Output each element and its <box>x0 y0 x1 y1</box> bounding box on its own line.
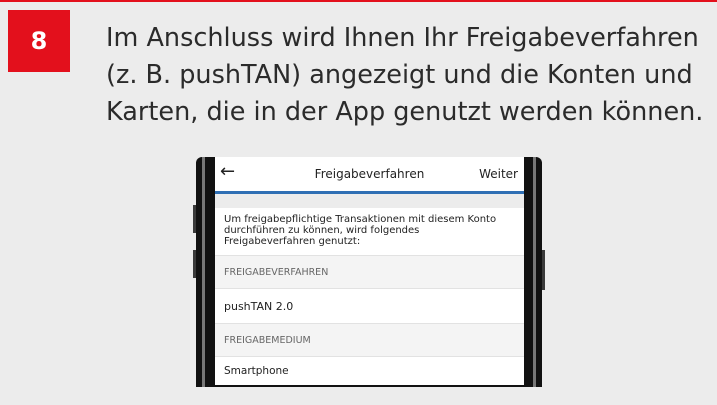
phone-side-button-power <box>542 250 545 290</box>
intro-line-2: durchführen zu können, wird folgendes <box>224 225 420 236</box>
top-accent-bar <box>0 0 717 2</box>
instruction-line-1: Im Anschluss wird Ihnen Ihr Freigabeverf… <box>106 23 699 53</box>
app-screen: ← Freigabeverfahren Weiter Um freigabepf… <box>215 157 524 385</box>
phone-bezel-left <box>202 157 205 387</box>
instruction-line-2: (z. B. pushTAN) angezeigt und die Konten… <box>106 60 693 90</box>
instruction-text: Im Anschluss wird Ihnen Ihr Freigabeverf… <box>106 20 706 131</box>
phone-side-button-volume-up <box>193 205 196 233</box>
section-header-freigabemedium: FREIGABEMEDIUM <box>215 323 524 357</box>
list-item-freigabemedium[interactable]: Smartphone <box>215 357 524 385</box>
screen-title: Freigabeverfahren <box>314 167 425 181</box>
freigabemedium-value: Smartphone <box>224 365 289 377</box>
step-number-badge: 8 <box>8 10 70 72</box>
navigation-bar: ← Freigabeverfahren Weiter <box>215 157 524 194</box>
phone-side-button-volume-down <box>193 250 196 278</box>
section-header-freigabeverfahren: FREIGABEVERFAHREN <box>215 255 524 289</box>
section-header-label: FREIGABEVERFAHREN <box>224 266 329 278</box>
intro-line-1: Um freigabepflichtige Transaktionen mit … <box>224 214 497 225</box>
intro-text: Um freigabepflichtige Transaktionen mit … <box>215 208 524 255</box>
section-header-label: FREIGABEMEDIUM <box>224 334 311 346</box>
step-number: 8 <box>30 27 48 55</box>
freigabeverfahren-value: pushTAN 2.0 <box>224 299 294 313</box>
header-spacer <box>215 194 524 208</box>
instruction-line-3: Karten, die in der App genutzt werden kö… <box>106 97 704 127</box>
phone-bezel-right <box>533 157 536 387</box>
next-button[interactable]: Weiter <box>479 167 518 181</box>
list-item-freigabeverfahren[interactable]: pushTAN 2.0 <box>215 289 524 323</box>
intro-line-3: Freigabeverfahren genutzt: <box>224 236 361 247</box>
